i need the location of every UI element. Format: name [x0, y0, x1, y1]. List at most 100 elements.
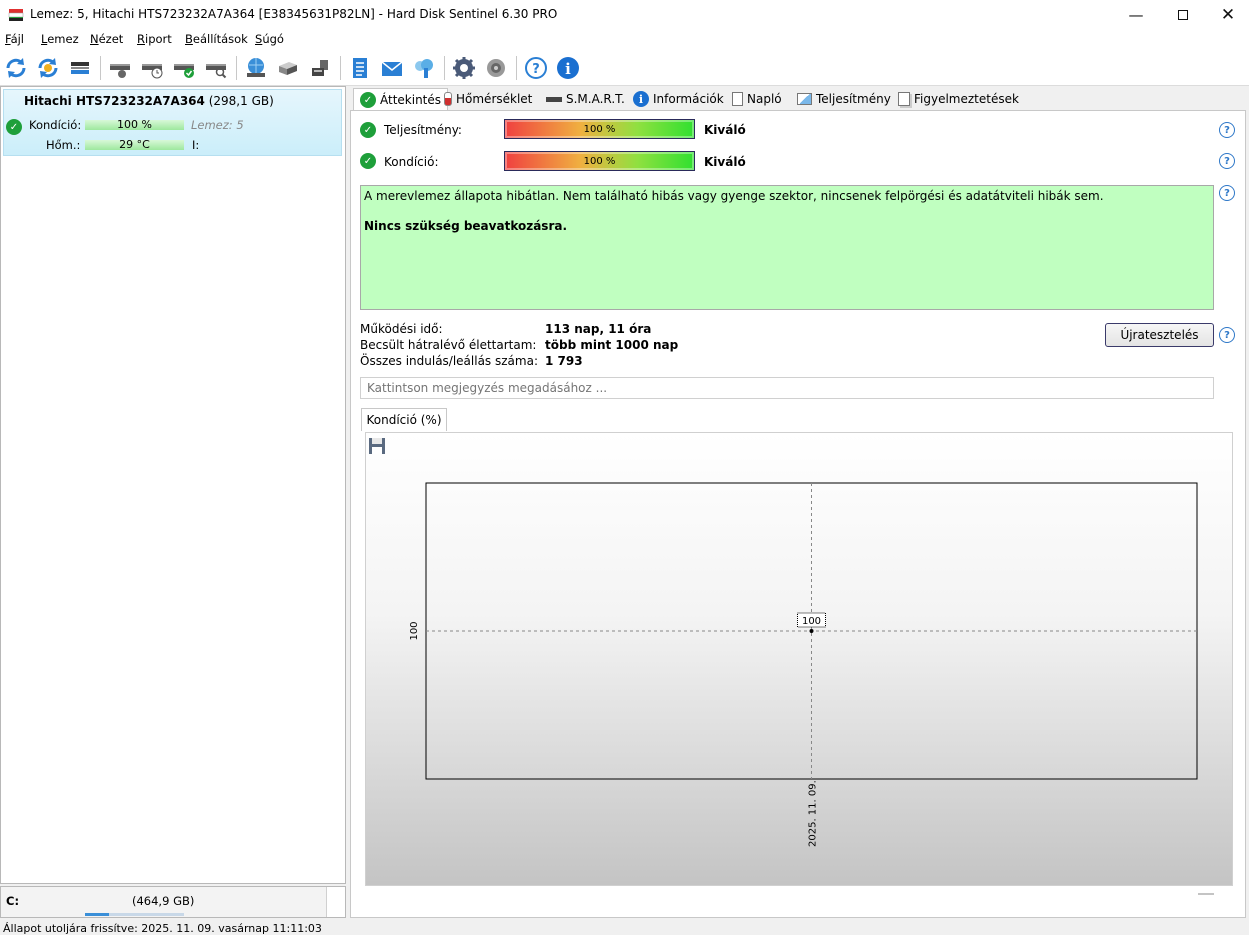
status-bar: Állapot utoljára frissítve: 2025. 11. 09… — [0, 918, 1249, 935]
minimize-button[interactable]: — — [1113, 0, 1159, 30]
condition-bar: 100 % — [85, 119, 184, 130]
menu-report[interactable]: Riport — [137, 32, 172, 46]
help-icon[interactable]: ? — [1219, 327, 1235, 343]
condition-label: Kondíció: — [29, 118, 82, 132]
disk-icon — [546, 96, 562, 102]
refresh-all-icon — [38, 58, 58, 78]
status-message-box: A merevlemez állapota hibátlan. Nem talá… — [360, 185, 1214, 310]
tab-log[interactable]: Napló — [725, 88, 789, 110]
retest-button[interactable]: Újratesztelés — [1105, 323, 1214, 347]
server-button[interactable] — [274, 54, 302, 82]
performance-value: 100 % — [583, 123, 616, 135]
info-icon: i — [557, 57, 579, 79]
status-message: A merevlemez állapota hibátlan. Nem talá… — [364, 189, 1104, 203]
tab-smart[interactable]: S.M.A.R.T. — [539, 88, 632, 110]
email-button[interactable] — [378, 54, 406, 82]
chart-icon — [797, 93, 812, 105]
condition-check-icon: ✓ — [360, 153, 376, 169]
disk-test-button[interactable] — [106, 54, 134, 82]
app-icon — [8, 7, 24, 23]
check-icon: ✓ — [6, 119, 22, 135]
sound-button[interactable] — [482, 54, 510, 82]
help-icon[interactable]: ? — [1219, 185, 1235, 201]
network-button[interactable] — [242, 54, 270, 82]
startstop-value: 1 793 — [545, 354, 583, 368]
tab-temperature[interactable]: Hőmérséklet — [437, 88, 539, 110]
disk-size: (298,1 GB) — [208, 94, 274, 108]
disk-name: Hitachi HTS723232A7A364 — [24, 94, 205, 108]
tab-performance[interactable]: Teljesítmény — [790, 88, 898, 110]
minimize-icon: — — [1128, 6, 1144, 24]
drive-usage-bar — [85, 913, 184, 916]
settings-button[interactable] — [450, 54, 478, 82]
help-icon: ? — [525, 57, 547, 79]
server-icon — [279, 62, 297, 75]
drive-size: (464,9 GB) — [132, 894, 195, 908]
maximize-icon — [1178, 10, 1188, 20]
note-input[interactable] — [360, 377, 1214, 399]
tab-information[interactable]: i Információk — [626, 88, 731, 110]
menu-file[interactable]: Fájl — [5, 32, 24, 46]
condition-label: Kondíció: — [384, 155, 439, 169]
refresh-icon — [6, 58, 26, 78]
drive-c-panel[interactable]: C: (464,9 GB) — [0, 886, 346, 918]
menu-view[interactable]: Nézet — [90, 32, 123, 46]
usb-icon — [312, 60, 328, 76]
help-icon[interactable]: ? — [1219, 153, 1235, 169]
performance-label: Teljesítmény: — [384, 123, 462, 137]
close-button[interactable]: ✕ — [1205, 0, 1249, 30]
pages-icon — [898, 92, 910, 106]
menu-bar: Fájl Lemez Nézet Riport Beállítások Súgó — [0, 30, 1249, 50]
temperature-value: 29 °C — [119, 138, 150, 151]
disk-schedule-button[interactable] — [138, 54, 166, 82]
disk-card[interactable]: Hitachi HTS723232A7A364 (298,1 GB) ✓ Kon… — [3, 89, 342, 156]
chart-tab-condition[interactable]: Kondíció (%) — [361, 408, 447, 431]
toolbar-separator — [340, 56, 341, 80]
report-icon — [353, 58, 367, 78]
menu-help[interactable]: Súgó — [255, 32, 284, 46]
toolbar-separator — [236, 56, 237, 80]
maximize-button[interactable] — [1160, 0, 1206, 30]
info-icon: i — [633, 91, 649, 107]
uptime-label: Működési idő: — [360, 322, 443, 336]
menu-disk[interactable]: Lemez — [41, 32, 79, 46]
lifetime-label: Becsült hátralévő élettartam: — [360, 338, 537, 352]
recommendation: Nincs szükség beavatkozásra. — [364, 219, 568, 233]
uptime-value: 113 nap, 11 óra — [545, 322, 652, 336]
disk-schedule-icon — [142, 64, 163, 79]
refresh-button[interactable] — [2, 54, 30, 82]
chart-area — [365, 432, 1233, 886]
help-icon[interactable]: ? — [1219, 122, 1235, 138]
performance-rating: Kiváló — [704, 123, 746, 137]
menu-settings[interactable]: Beállítások — [185, 32, 248, 46]
condition-bar: 100 % — [504, 151, 695, 171]
lifetime-value: több mint 1000 nap — [545, 338, 679, 352]
info-button[interactable]: i — [554, 54, 582, 82]
cloud-button[interactable] — [410, 54, 438, 82]
close-icon: ✕ — [1220, 5, 1236, 25]
disk-list-button[interactable] — [66, 54, 94, 82]
refresh-all-button[interactable] — [34, 54, 62, 82]
disk-ok-icon — [174, 64, 194, 78]
tab-alerts[interactable]: Figyelmeztetések — [891, 88, 1026, 110]
thermometer-icon — [444, 92, 452, 106]
performance-bar: 100 % — [504, 119, 695, 139]
temperature-bar: 29 °C — [85, 138, 184, 151]
network-icon — [247, 58, 265, 77]
settings-icon — [453, 57, 475, 79]
performance-check-icon: ✓ — [360, 122, 376, 138]
disk-test-icon — [110, 64, 130, 78]
disk-list-panel — [0, 86, 346, 884]
svg-text:?: ? — [532, 62, 540, 77]
help-button[interactable]: ? — [522, 54, 550, 82]
disk-search-button[interactable] — [202, 54, 230, 82]
save-chart-button[interactable] — [367, 436, 387, 456]
tab-overview[interactable]: ✓ Áttekintés — [353, 88, 449, 111]
window-title: Lemez: 5, Hitachi HTS723232A7A364 [E3834… — [30, 7, 558, 21]
floppy-icon — [369, 438, 385, 454]
disk-search-icon — [206, 64, 227, 79]
disk-number: Lemez: 5 — [191, 118, 244, 132]
disk-ok-button[interactable] — [170, 54, 198, 82]
report-button[interactable] — [346, 54, 374, 82]
usb-button[interactable] — [306, 54, 334, 82]
